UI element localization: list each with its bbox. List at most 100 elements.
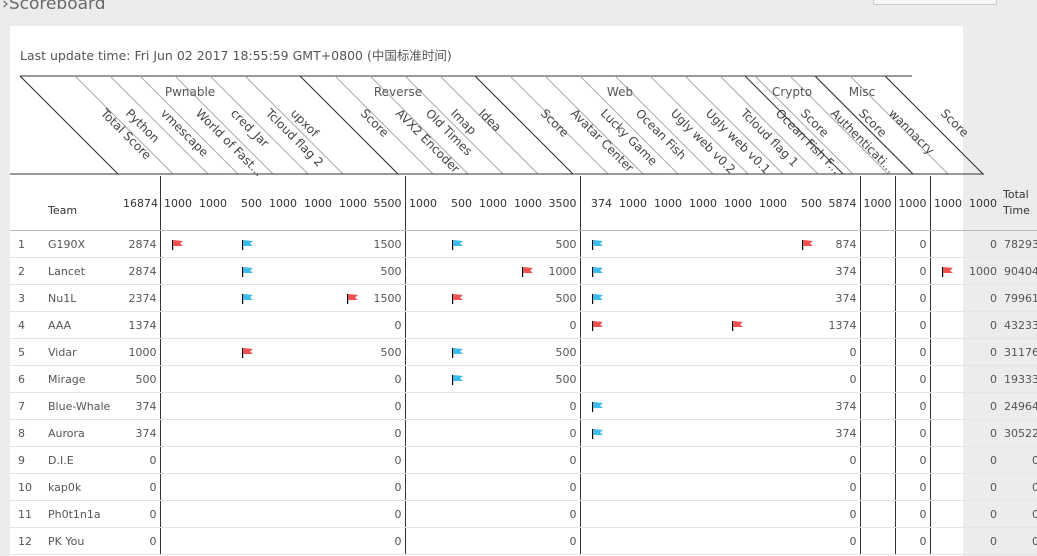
table-row[interactable]: 10kap0k0000000	[10, 473, 1037, 501]
challenge-cell	[160, 284, 195, 312]
web-score: 374	[825, 392, 861, 420]
total-time-header[interactable]: Total Time	[1000, 176, 1037, 231]
rank: 8	[10, 419, 45, 447]
blue-flag-icon	[591, 401, 603, 412]
total-time: 19333	[1000, 365, 1037, 393]
web-score: 374	[825, 284, 861, 312]
team-name[interactable]: G190X	[45, 230, 120, 258]
total-score: 374	[120, 392, 161, 420]
team-name[interactable]: Vidar	[45, 338, 120, 366]
challenge-cell	[335, 338, 370, 366]
table-row[interactable]: 4 AAA 1374 0 0 1374 0 0 43233	[10, 311, 1037, 339]
rev-score: 0	[545, 473, 581, 501]
table-row[interactable]: 6 Mirage 500 0 500 0 0 0 19333	[10, 365, 1037, 393]
table-row[interactable]: 5 Vidar 1000 500 500 0 0 0 31176	[10, 338, 1037, 366]
challenge-cell	[790, 392, 825, 420]
challenge-cell	[615, 473, 650, 501]
total-time: 0	[1000, 473, 1037, 501]
team-name[interactable]: Ph0t1n1a	[45, 500, 120, 528]
blue-flag-icon	[591, 266, 603, 277]
web-score: 374	[825, 419, 861, 447]
challenge-cell	[720, 338, 755, 366]
challenge-cell	[265, 419, 300, 447]
team-name[interactable]: Lancet	[45, 257, 120, 285]
column-points: 1000	[510, 176, 545, 231]
challenge-cell	[160, 392, 195, 420]
column-points: 1000	[860, 176, 896, 231]
challenge-cell	[195, 500, 230, 528]
challenge-cell	[230, 392, 265, 420]
misc-score: 0	[965, 419, 1000, 447]
challenge-cell	[195, 446, 230, 474]
rev-score: 0	[545, 419, 581, 447]
category-label-reverse: Reverse	[374, 85, 422, 99]
challenge-cell	[790, 473, 825, 501]
challenge-cell	[160, 446, 195, 474]
table-row[interactable]: 1 G190X 2874 1500 500 874 0 0 78293	[10, 230, 1037, 258]
challenge-cell	[720, 446, 755, 474]
challenge-cell	[475, 338, 510, 366]
team-name[interactable]: kap0k	[45, 473, 120, 501]
challenge-cell	[160, 365, 195, 393]
column-label[interactable]: Idea	[476, 106, 504, 134]
challenge-cell	[300, 446, 335, 474]
table-row[interactable]: 9D.I.E0000000	[10, 446, 1037, 474]
challenge-cell	[755, 230, 790, 258]
table-row[interactable]: 11Ph0t1n1a0000000	[10, 500, 1037, 528]
challenge-cell	[510, 338, 545, 366]
challenge-cell	[160, 419, 195, 447]
team-name[interactable]: Aurora	[45, 419, 120, 447]
table-row[interactable]: 7 Blue-Whale 374 0 0 374 0 0 24964	[10, 392, 1037, 420]
challenge-cell	[230, 527, 265, 555]
challenge-cell	[300, 527, 335, 555]
column-label[interactable]: Score	[358, 106, 392, 140]
challenge-cell	[720, 230, 755, 258]
challenge-cell	[510, 527, 545, 555]
challenge-cell	[930, 338, 965, 366]
table-row[interactable]: 8 Aurora 374 0 0 374 0 0 30522	[10, 419, 1037, 447]
challenge-cell	[195, 284, 230, 312]
misc-score: 1000	[965, 257, 1000, 285]
web-score: 0	[825, 527, 861, 555]
crypto-score: 0	[895, 419, 931, 447]
challenge-cell	[405, 446, 440, 474]
red-flag-icon	[941, 266, 953, 277]
team-name[interactable]: Blue-Whale	[45, 392, 120, 420]
column-label[interactable]: Score	[538, 106, 572, 140]
crypto-score: 0	[895, 527, 931, 555]
team-name[interactable]: PK You	[45, 527, 120, 555]
blue-flag-icon	[241, 239, 253, 250]
blue-flag-icon	[241, 293, 253, 304]
team-name[interactable]: Nu1L	[45, 284, 120, 312]
column-label[interactable]: wannacry	[886, 106, 937, 157]
red-flag-icon	[171, 239, 183, 250]
misc-score: 0	[965, 365, 1000, 393]
column-label[interactable]: Score	[938, 106, 972, 140]
table-row[interactable]: 12PK You0000000	[10, 527, 1037, 555]
challenge-cell	[790, 338, 825, 366]
web-score: 0	[825, 338, 861, 366]
pwn-score: 0	[370, 527, 406, 555]
challenge-cell	[440, 284, 475, 312]
team-name[interactable]: AAA	[45, 311, 120, 339]
challenge-cell	[195, 338, 230, 366]
challenge-cell	[475, 311, 510, 339]
challenge-cell	[265, 500, 300, 528]
challenge-cell	[405, 257, 440, 285]
challenge-cell	[685, 473, 720, 501]
misc-score: 0	[965, 473, 1000, 501]
total-score: 2874	[120, 230, 161, 258]
challenge-cell	[440, 500, 475, 528]
challenge-cell	[405, 284, 440, 312]
crypto-score: 0	[895, 500, 931, 528]
rank: 6	[10, 365, 45, 393]
team-name[interactable]: D.I.E	[45, 446, 120, 474]
table-row[interactable]: 2 Lancet 2874 500 1000 374 0 1000 90404	[10, 257, 1037, 285]
challenge-cell	[195, 230, 230, 258]
challenge-cell	[230, 419, 265, 447]
team-name[interactable]: Mirage	[45, 365, 120, 393]
pwn-score: 500	[370, 257, 406, 285]
table-row[interactable]: 3 Nu1L 2374 1500 500 374 0 0 79961	[10, 284, 1037, 312]
total-time: 43233	[1000, 311, 1037, 339]
team-header[interactable]: Team	[45, 176, 120, 231]
